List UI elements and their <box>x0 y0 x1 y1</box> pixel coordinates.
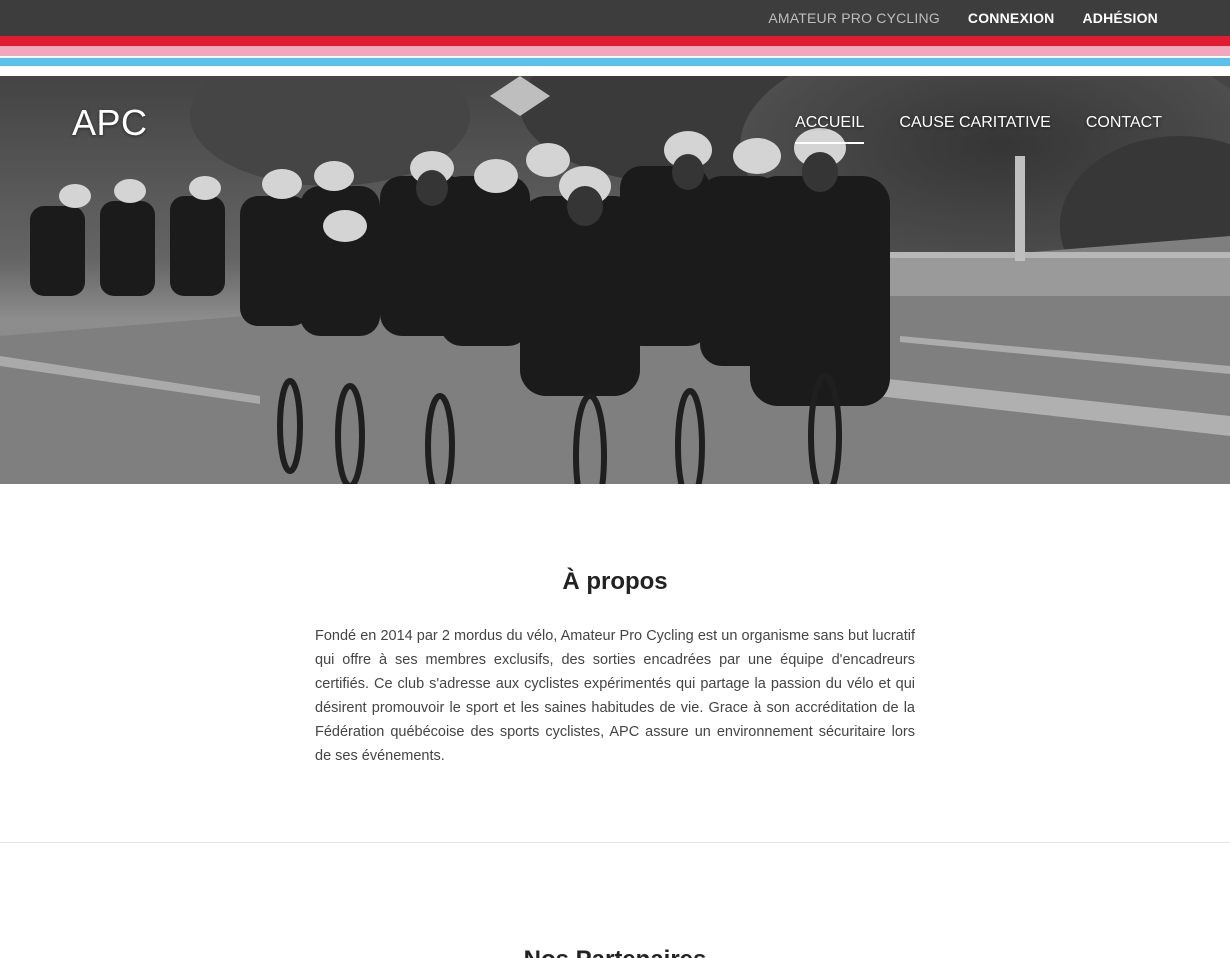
stripe-pink <box>0 46 1230 56</box>
about-paragraph: Fondé en 2014 par 2 mordus du vélo, Amat… <box>315 628 915 764</box>
login-link[interactable]: CONNEXION <box>968 10 1055 26</box>
stripe-blue <box>0 58 1230 66</box>
nav-item-cause-caritative[interactable]: CAUSE CARITATIVE <box>899 114 1050 140</box>
top-bar: AMATEUR PRO CYCLING CONNEXION ADHÉSION <box>0 0 1230 36</box>
about-heading: À propos <box>562 568 668 595</box>
main-nav: ACCUEIL CAUSE CARITATIVE CONTACT <box>795 114 1162 144</box>
partners-heading: Nos Partenaires <box>0 946 1230 958</box>
site-name-link[interactable]: AMATEUR PRO CYCLING <box>768 10 940 26</box>
top-links: AMATEUR PRO CYCLING CONNEXION ADHÉSION <box>768 0 1158 36</box>
hero-banner: APC ACCUEIL CAUSE CARITATIVE CONTACT <box>0 76 1230 484</box>
membership-link[interactable]: ADHÉSION <box>1083 10 1159 26</box>
nav-item-accueil[interactable]: ACCUEIL <box>795 114 865 144</box>
section-divider <box>0 842 1230 843</box>
stripe-red <box>0 36 1230 46</box>
nav-item-contact[interactable]: CONTACT <box>1086 114 1162 140</box>
site-logo[interactable]: APC <box>72 102 148 144</box>
